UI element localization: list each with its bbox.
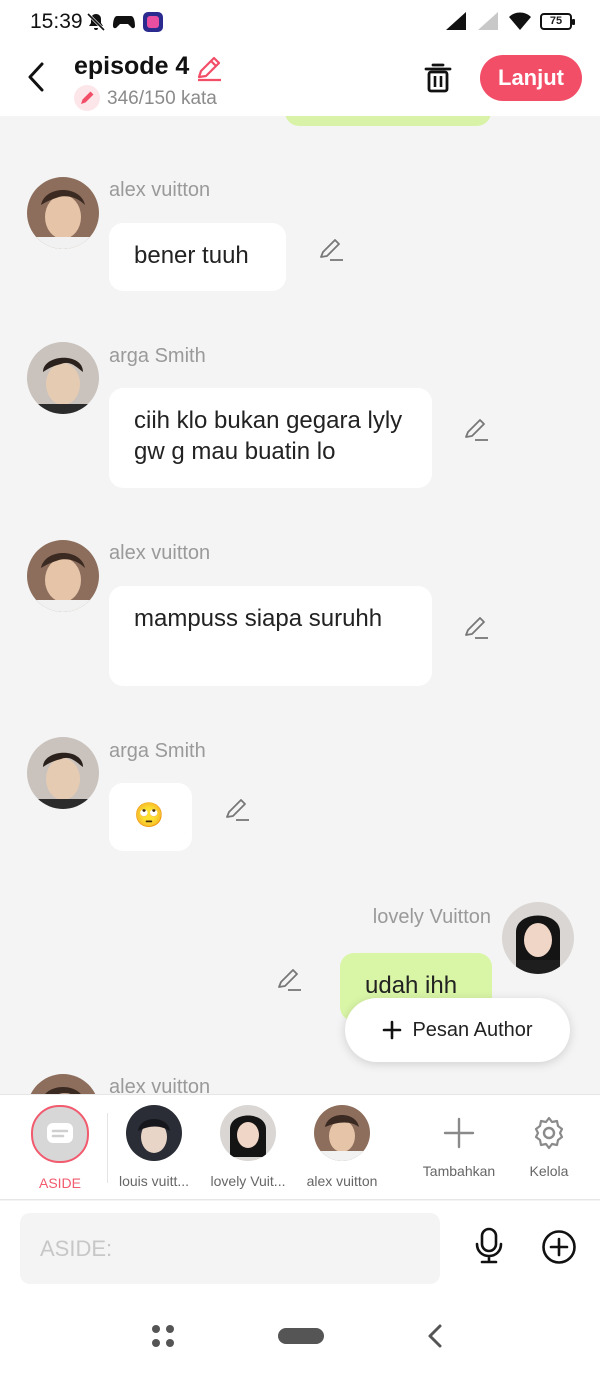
pencil-badge-icon bbox=[74, 85, 100, 111]
nav-back-icon[interactable] bbox=[424, 1323, 446, 1349]
character-aside[interactable]: ASIDE bbox=[30, 1105, 90, 1191]
message-bubble[interactable]: 🙄 bbox=[109, 783, 192, 851]
character-bar: ASIDE louis vuitt... lovely Vuit... alex… bbox=[0, 1094, 600, 1200]
app-icon bbox=[143, 12, 163, 32]
character-label: ASIDE bbox=[38, 1175, 81, 1191]
edit-message-icon[interactable] bbox=[462, 613, 490, 641]
avatar-lovely[interactable] bbox=[502, 902, 574, 974]
character-label: lovely Vuit... bbox=[210, 1173, 286, 1189]
message-bubble[interactable]: mampuss siapa suruhh bbox=[109, 586, 432, 686]
chat-area: alex vuitton bener tuuh arga Smith ciih … bbox=[0, 116, 600, 1094]
avatar-louis bbox=[126, 1105, 182, 1161]
avatar-lovely bbox=[220, 1105, 276, 1161]
avatar-alex bbox=[314, 1105, 370, 1161]
aside-icon bbox=[31, 1105, 89, 1163]
sender-name: alex vuitton bbox=[109, 179, 211, 201]
status-time: 15:39 bbox=[30, 10, 83, 33]
edit-title-icon[interactable] bbox=[194, 53, 224, 83]
navigation-bar bbox=[0, 1299, 600, 1375]
author-message-button[interactable]: Pesan Author bbox=[345, 998, 570, 1062]
avatar-arga[interactable] bbox=[27, 342, 99, 414]
next-button[interactable]: Lanjut bbox=[480, 55, 582, 101]
edit-message-icon[interactable] bbox=[223, 795, 251, 823]
back-icon[interactable] bbox=[22, 60, 52, 94]
sender-name: lovely Vuitton bbox=[372, 906, 491, 928]
microphone-icon[interactable] bbox=[472, 1227, 506, 1265]
avatar-arga[interactable] bbox=[27, 737, 99, 809]
wifi-icon bbox=[509, 12, 531, 30]
manage-label: Kelola bbox=[529, 1163, 569, 1179]
status-bar: 15:39 75 bbox=[0, 0, 600, 46]
edit-message-icon[interactable] bbox=[317, 235, 345, 263]
plus-icon bbox=[383, 1020, 402, 1040]
input-area bbox=[0, 1201, 600, 1299]
avatar-alex[interactable] bbox=[27, 177, 99, 249]
avatar-alex[interactable] bbox=[27, 540, 99, 612]
header: episode 4 346/150 kata Lanjut bbox=[0, 46, 600, 116]
gamepad-icon bbox=[113, 16, 135, 29]
home-icon[interactable] bbox=[277, 1327, 325, 1345]
trash-icon[interactable] bbox=[422, 60, 454, 94]
bell-off-icon bbox=[86, 12, 106, 32]
character-alex[interactable]: alex vuitton bbox=[300, 1105, 384, 1189]
signal-weak-icon bbox=[478, 12, 498, 30]
divider bbox=[107, 1113, 108, 1183]
gear-icon bbox=[521, 1105, 577, 1161]
recent-apps-icon[interactable] bbox=[150, 1323, 176, 1349]
previous-message-bubble bbox=[285, 116, 491, 126]
signal-icon bbox=[446, 12, 466, 30]
manage-button[interactable]: Kelola bbox=[519, 1105, 579, 1179]
author-message-label: Pesan Author bbox=[412, 1018, 533, 1041]
edit-message-icon[interactable] bbox=[462, 415, 490, 443]
add-circle-icon[interactable] bbox=[541, 1229, 577, 1265]
battery-icon: 75 bbox=[540, 12, 575, 30]
message-input[interactable] bbox=[20, 1213, 440, 1284]
sender-name: arga Smith bbox=[109, 740, 206, 762]
sender-name: alex vuitton bbox=[109, 542, 211, 564]
sender-name: arga Smith bbox=[109, 345, 206, 367]
character-lovely[interactable]: lovely Vuit... bbox=[206, 1105, 290, 1189]
add-character-button[interactable]: Tambahkan bbox=[418, 1105, 500, 1179]
character-louis[interactable]: louis vuitt... bbox=[112, 1105, 196, 1189]
plus-icon bbox=[431, 1105, 487, 1161]
avatar-alex[interactable] bbox=[27, 1074, 99, 1094]
message-bubble[interactable]: bener tuuh bbox=[109, 223, 286, 291]
edit-message-icon[interactable] bbox=[275, 965, 303, 993]
episode-title[interactable]: episode 4 bbox=[74, 52, 189, 81]
word-count: 346/150 kata bbox=[107, 88, 217, 109]
message-bubble[interactable]: ciih klo bukan gegara lyly gw g mau buat… bbox=[109, 388, 432, 488]
character-label: alex vuitton bbox=[306, 1173, 378, 1189]
character-label: louis vuitt... bbox=[118, 1173, 190, 1189]
add-label: Tambahkan bbox=[422, 1163, 496, 1179]
sender-name: alex vuitton bbox=[109, 1076, 211, 1094]
